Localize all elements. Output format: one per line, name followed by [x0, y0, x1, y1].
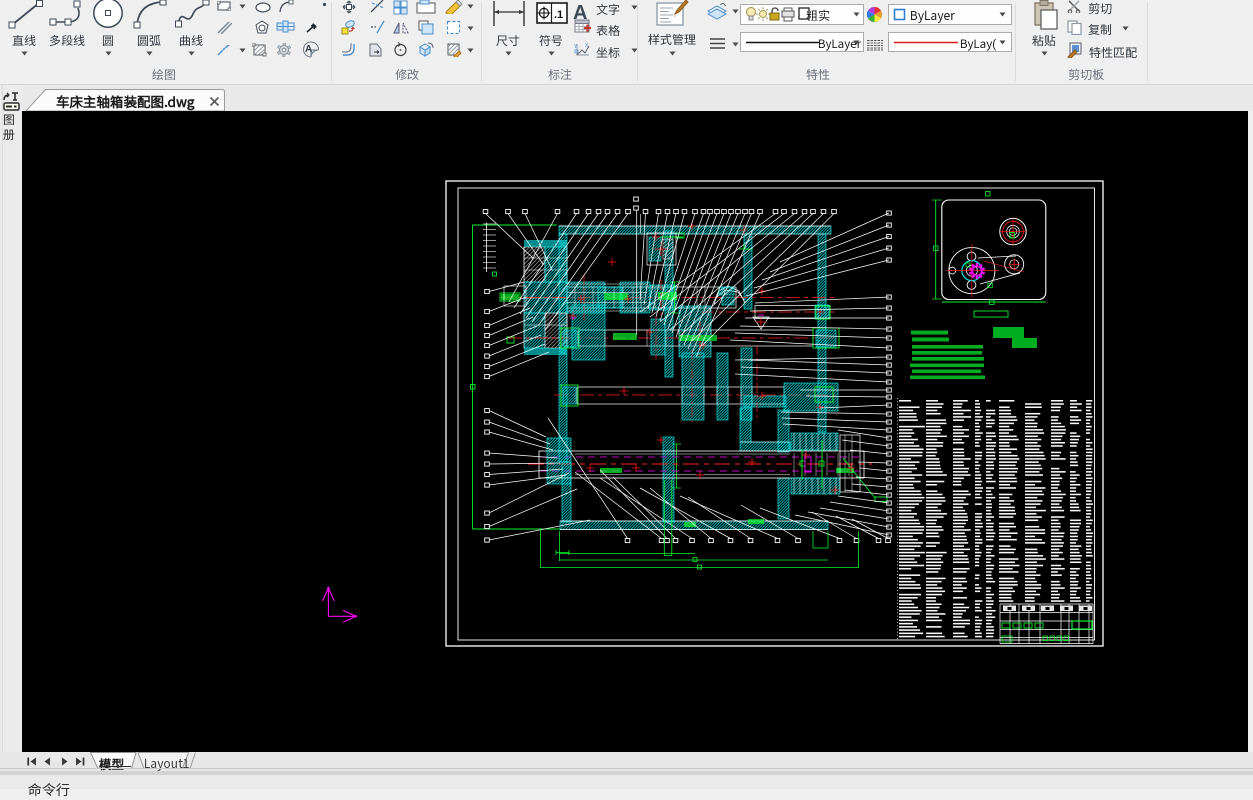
- svg-text:A: A: [305, 44, 312, 55]
- svg-text:.1: .1: [554, 9, 563, 21]
